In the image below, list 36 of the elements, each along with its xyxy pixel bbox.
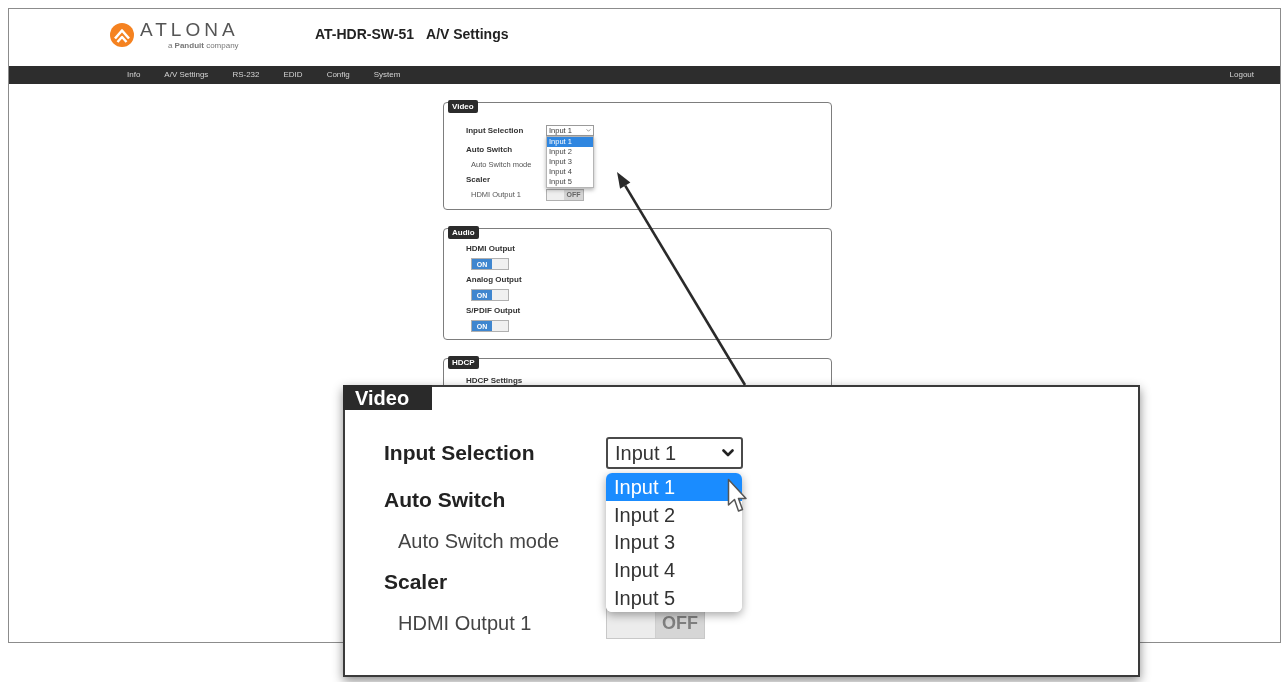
nav-link[interactable]: System <box>373 71 401 79</box>
dropdown-select[interactable]: Input 1 <box>606 437 743 469</box>
brand-wordmark: ATLONA <box>140 19 239 39</box>
section-heading: Scaler <box>466 173 491 186</box>
page-title: A/V Settings <box>426 25 509 44</box>
section-heading: HDMI Output <box>466 243 515 255</box>
nav-link[interactable]: A/V Settings <box>164 71 209 79</box>
dropdown-option[interactable]: Input 4 <box>606 556 742 585</box>
dropdown-option[interactable]: Input 3 <box>606 528 742 557</box>
section-heading: Auto Switch <box>384 487 506 514</box>
nav-link[interactable]: Info <box>127 71 141 79</box>
chevron-down-icon <box>722 449 734 457</box>
chevron-logo-icon <box>110 22 134 47</box>
panel-legend: Video <box>343 385 432 410</box>
section-heading: Scaler <box>384 569 448 596</box>
field-label: Input Selection <box>384 440 536 467</box>
nav-link[interactable]: Config <box>326 71 350 79</box>
field-label: Input Selection <box>466 124 525 137</box>
panel-legend: HDCP <box>448 356 479 369</box>
setting-label: HDMI Output 1 <box>398 611 533 636</box>
panel-legend: Audio <box>448 226 479 239</box>
brand-tagline: a Panduit company <box>167 41 239 50</box>
device-model: AT-HDR-SW-51 <box>315 25 414 44</box>
dropdown-option[interactable]: Input 2 <box>606 500 742 529</box>
section-heading: Auto Switch <box>466 143 513 156</box>
logout-link[interactable]: Logout <box>1229 71 1254 79</box>
cursor-icon <box>727 478 747 514</box>
section-heading: HDCP Settings <box>466 374 523 387</box>
setting-label: Auto Switch mode <box>398 529 560 554</box>
dropdown-option[interactable]: Input 5 <box>606 584 742 612</box>
section-heading: Analog Output <box>466 274 522 286</box>
chevron-down-icon <box>586 129 591 132</box>
nav-link[interactable]: RS-232 <box>232 71 260 79</box>
panel-legend: Video <box>448 100 478 113</box>
nav-link[interactable]: EDID <box>283 71 303 79</box>
section-heading: S/PDIF Output <box>466 305 521 317</box>
